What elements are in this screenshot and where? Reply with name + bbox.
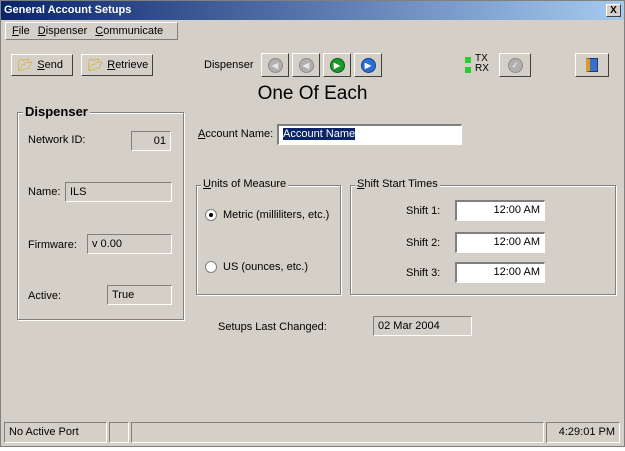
shift-1-label: Shift 1: [406,205,441,217]
menu-bar: File Dispenser Communicate [1,21,624,41]
exit-door-icon [586,58,598,72]
previous-record-icon: ◀ [298,57,314,73]
network-id-value: 01 [131,131,171,151]
shifts-group-title: Shift Start Times [355,178,440,190]
next-record-button[interactable]: ▶ [323,53,351,77]
shift-3-input[interactable]: 12:00 AM [455,262,545,283]
retrieve-icon: 📂︎ [88,58,104,72]
send-icon: 📂︎ [18,58,34,72]
name-value: ILS [65,182,172,202]
shift-2-label: Shift 2: [406,237,441,249]
status-bar: No Active Port 4:29:01 PM [1,419,624,445]
menu-dispenser[interactable]: Dispenser [38,25,88,37]
metric-label: Metric (milliliters, etc.) [223,209,330,221]
toolbar: 📂︎ Send 📂︎ Retrieve Dispenser ◀ ◀ ▶ ▶ TX… [1,44,624,78]
us-label: US (ounces, etc.) [223,261,308,273]
status-time: 4:29:01 PM [546,422,620,443]
units-group-title: Units of Measure [201,178,289,190]
connect-icon: ✓ [507,57,523,73]
us-radio[interactable] [205,261,217,273]
name-label: Name: [28,186,61,198]
active-label: Active: [28,290,62,302]
status-port: No Active Port [4,422,107,443]
rx-label: RX [475,63,489,74]
account-name-input[interactable]: Account Name [277,124,462,145]
connect-button[interactable]: ✓ [499,53,531,77]
page-title: One Of Each [257,83,368,104]
firmware-label: Firmware: [28,239,77,251]
rx-led-icon [465,67,471,73]
menu-communicate[interactable]: Communicate [95,25,163,37]
close-button[interactable]: X [606,4,621,17]
window-title: General Account Setups [4,4,132,16]
firmware-value: v 0.00 [87,234,172,254]
setups-changed-label: Setups Last Changed: [218,321,327,333]
send-button[interactable]: 📂︎ Send [11,54,73,76]
account-name-label: Account Name: [198,128,274,140]
main-window: General Account Setups X File Dispenser … [0,0,625,447]
retrieve-button[interactable]: 📂︎ Retrieve [81,54,153,76]
units-group [196,185,341,295]
close-icon: X [610,5,617,16]
account-name-value: Account Name [283,128,356,140]
shift-1-input[interactable]: 12:00 AM [455,200,545,221]
shift-2-input[interactable]: 12:00 AM [455,232,545,253]
exit-button[interactable] [575,53,609,77]
network-id-label: Network ID: [28,134,86,146]
last-record-icon: ▶ [360,57,376,73]
shift-3-label: Shift 3: [406,267,441,279]
menu-file[interactable]: File [12,25,30,37]
dispenser-nav-label: Dispenser [204,59,254,71]
dispenser-group-title: Dispenser [23,104,90,119]
last-record-button[interactable]: ▶ [354,53,382,77]
first-record-icon: ◀ [267,57,283,73]
status-panel-message [131,422,544,443]
tx-led-icon [465,57,471,63]
title-bar: General Account Setups X [1,1,624,20]
active-value: True [107,285,172,305]
setups-changed-value: 02 Mar 2004 [373,316,472,336]
previous-record-button[interactable]: ◀ [292,53,320,77]
status-panel-empty [109,422,129,443]
metric-radio[interactable] [205,209,217,221]
next-record-icon: ▶ [329,57,345,73]
first-record-button[interactable]: ◀ [261,53,289,77]
